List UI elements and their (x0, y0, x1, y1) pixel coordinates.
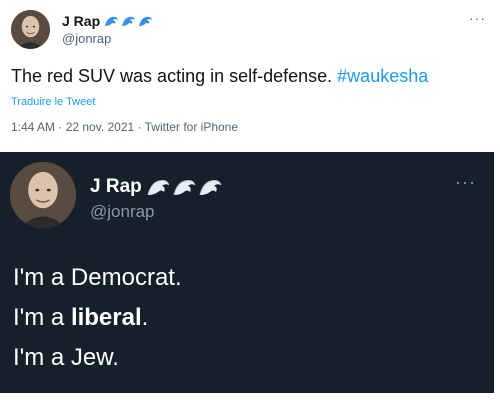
profile-photo-icon (11, 10, 50, 49)
name-emoji-group (147, 177, 224, 197)
tweet-text-bold: liberal (70, 304, 142, 331)
water-wave-icon (139, 16, 153, 26)
display-name[interactable]: J Rap (62, 13, 154, 29)
display-name-text: J Rap (90, 176, 142, 197)
display-name-text: J Rap (62, 13, 101, 29)
more-options-icon[interactable]: ··· (455, 172, 476, 193)
water-wave-icon (122, 16, 136, 26)
water-wave-icon (105, 16, 119, 26)
avatar[interactable] (11, 10, 50, 49)
translate-tweet-link[interactable]: Traduire le Tweet (11, 96, 95, 108)
tweet-text-suffix: . (141, 304, 149, 331)
tweet-timestamp[interactable]: 1:44 AM · 22 nov. 2021 · Twitter for iPh… (11, 120, 238, 134)
handle[interactable]: @jonrap (90, 202, 155, 222)
light-tweet-card: J Rap @jonrap ··· The red SUV was acting… (0, 0, 500, 152)
dark-tweet-card: J Rap @jonrap ··· I'm a Democrat. I'm a … (0, 152, 494, 393)
tweet-text-body: The red SUV was acting in self-defense. (11, 66, 338, 86)
tweet-text: The red SUV was acting in self-defense. … (11, 66, 491, 87)
water-wave-icon (199, 180, 222, 196)
water-wave-icon (147, 180, 170, 196)
tweet-text-line: I'm a liberal. (13, 304, 148, 332)
tweet-text-line: I'm a Democrat. (13, 264, 182, 291)
profile-photo-icon (10, 162, 76, 228)
name-emoji-group (104, 14, 154, 28)
avatar[interactable] (10, 162, 76, 228)
display-name[interactable]: J Rap (90, 176, 224, 198)
tweet-text-line: I'm a Jew. (13, 344, 119, 371)
more-options-icon[interactable]: ··· (469, 10, 486, 26)
tweet-text-prefix: I'm a (13, 304, 71, 331)
handle[interactable]: @jonrap (62, 31, 111, 46)
hashtag-link[interactable]: #waukesha (337, 66, 428, 86)
water-wave-icon (173, 180, 196, 196)
